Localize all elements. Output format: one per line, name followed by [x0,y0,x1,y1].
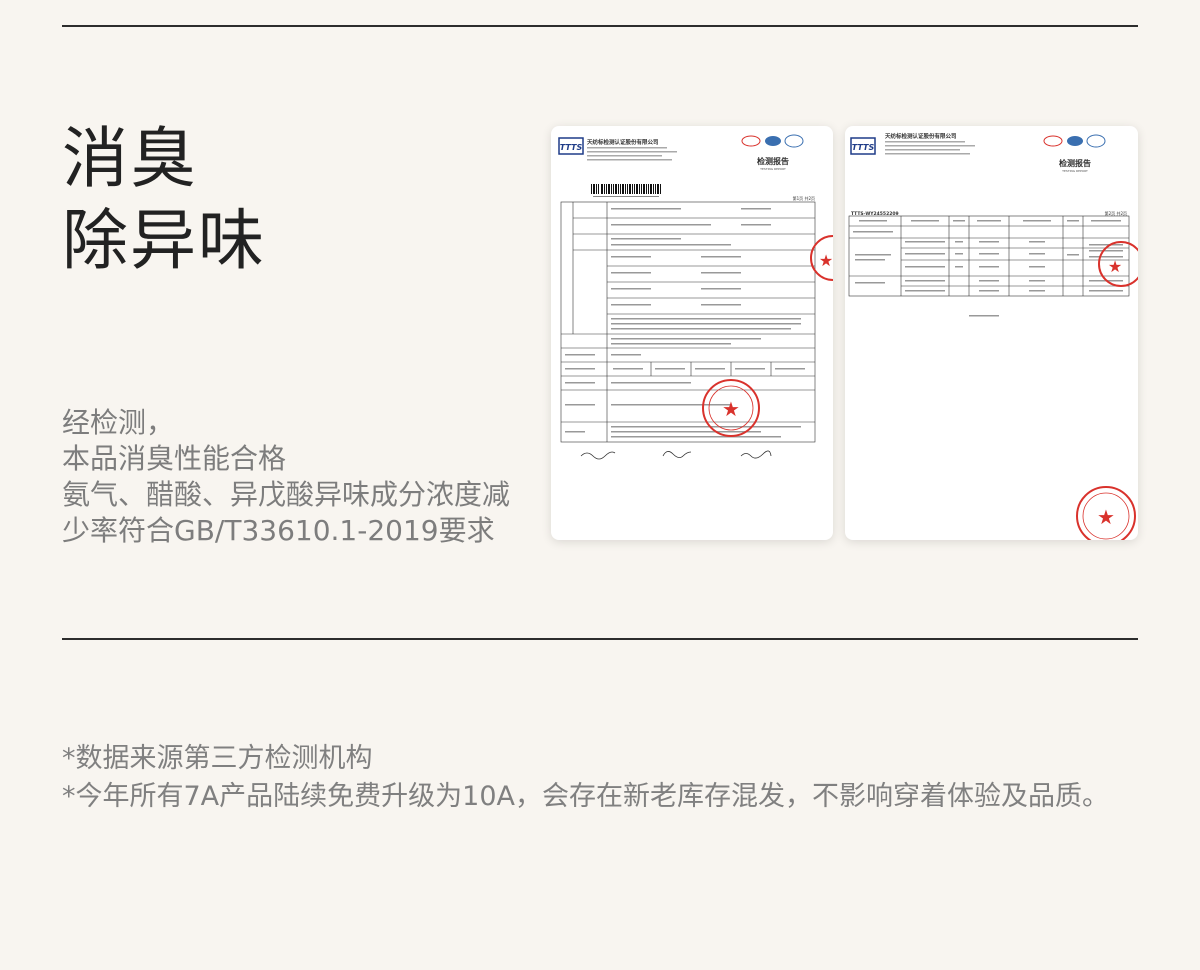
logo-text: TTTS [852,143,875,152]
company-name: 天纺标检测认证股份有限公司 [885,132,957,140]
description: 经检测， 本品消臭性能合格 氨气、醋酸、异戊酸异味成分浓度减 少率符合GB/T3… [62,405,542,549]
footnotes: *数据来源第三方检测机构 *今年所有7A产品陆续免费升级为10A，会存在新老库存… [62,740,1109,816]
footnote-upgrade: *今年所有7A产品陆续免费升级为10A，会存在新老库存混发，不影响穿着体验及品质… [62,781,1109,812]
description-line: 氨气、醋酸、异戊酸异味成分浓度减 [62,478,511,511]
page-number: 第1页 共2页 [793,195,815,201]
test-report-page-1: TTTS 天纺标检测认证股份有限公司 检测报告 TESTING REPORT 第… [551,126,833,540]
logo-text: TTTS [560,143,583,152]
barcode [591,184,661,197]
red-stamp: ★ [1076,486,1136,540]
description-line: 经检测， [62,406,175,439]
accreditation-marks [1043,134,1106,148]
red-stamp: ★ [810,235,833,281]
signatures [580,450,772,460]
svg-text:★: ★ [819,251,833,270]
company-name: 天纺标检测认证股份有限公司 [587,138,659,146]
footnote-source: *数据来源第三方检测机构 [62,743,373,774]
report-title: 检测报告 [757,156,789,166]
report-table [848,215,1130,297]
description-line: 本品消臭性能合格 [62,442,287,475]
heading-line-2: 除异味 [62,202,266,279]
report-title: 检测报告 [1059,158,1091,168]
red-stamp: ★ [1098,241,1138,287]
top-divider [62,25,1138,27]
description-line: 少率符合GB/T33610.1-2019要求 [62,514,495,547]
report-subtitle: TESTING REPORT [1061,169,1088,173]
table-text-lines [565,208,805,438]
red-stamp: ★ [702,379,760,437]
ttts-logo: TTTS [558,137,584,155]
report-subtitle: TESTING REPORT [759,167,786,171]
table-text-lines [853,220,1123,317]
heading-line-1: 消臭 [62,120,198,197]
svg-text:★: ★ [1097,505,1115,529]
svg-text:★: ★ [1108,257,1122,276]
test-report-page-2: TTTS 天纺标检测认证股份有限公司 检测报告 TESTING REPORT T… [845,126,1138,540]
accreditation-marks [741,134,804,148]
page-number: 第2页 共2页 [1105,210,1127,216]
ttts-logo: TTTS [850,137,876,155]
middle-divider [62,638,1138,640]
report-table [560,201,816,443]
svg-text:★: ★ [722,397,740,421]
